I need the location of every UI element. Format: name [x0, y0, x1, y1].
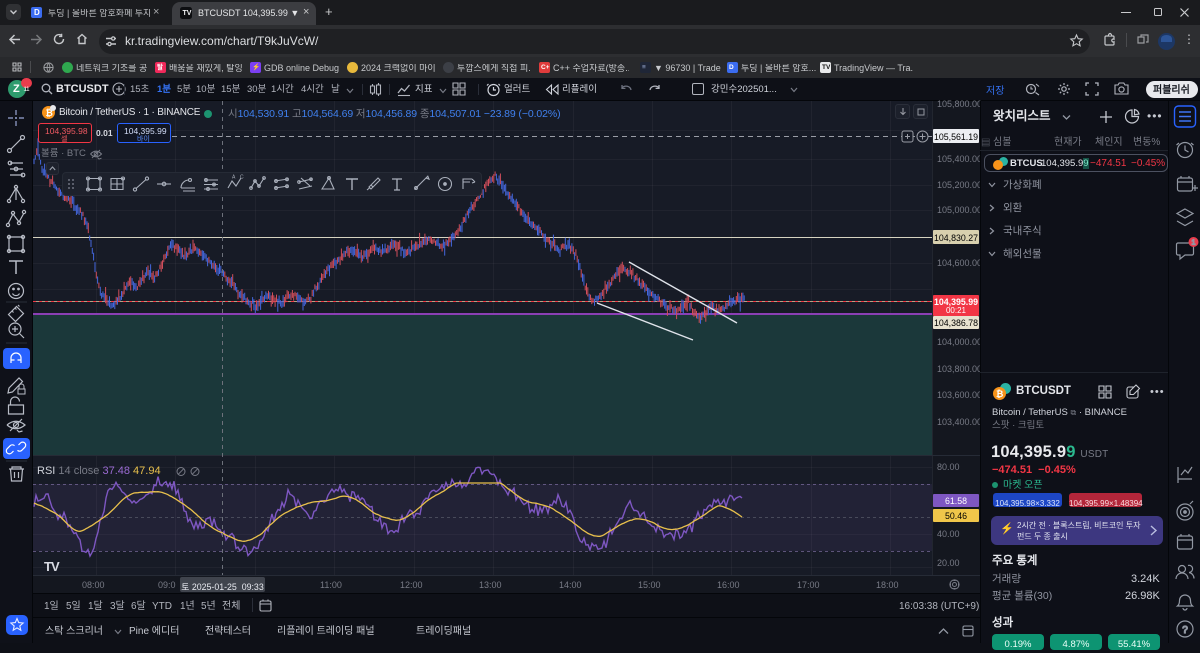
svg-text:A: A	[232, 175, 236, 181]
svg-text:C: C	[240, 175, 244, 181]
svg-text:?: ?	[1182, 625, 1188, 636]
svg-text:1: 1	[1192, 240, 1196, 247]
